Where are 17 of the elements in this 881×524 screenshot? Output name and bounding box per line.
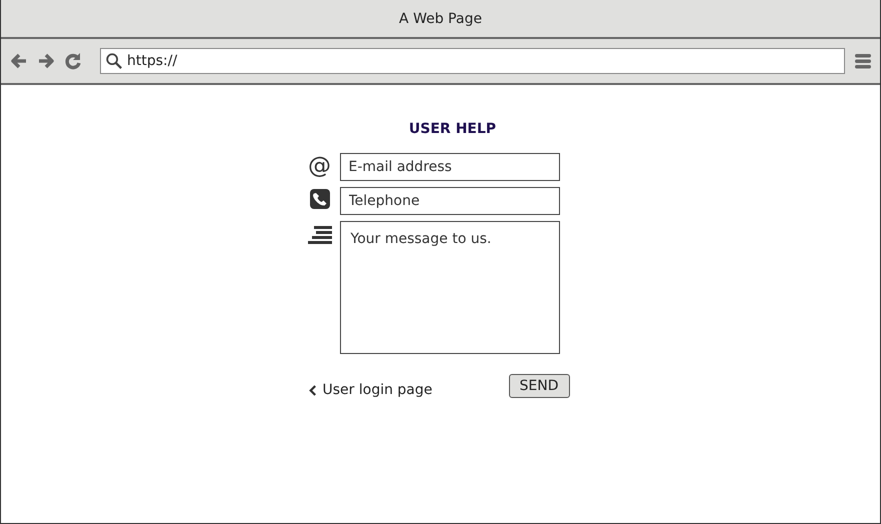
- email-field[interactable]: E-mail address: [340, 153, 560, 181]
- search-icon: [105, 52, 123, 70]
- phone-icon: [310, 188, 330, 210]
- chevron-left-icon: [308, 384, 316, 396]
- send-button[interactable]: SEND: [508, 374, 570, 398]
- text-lines-icon: [308, 226, 332, 246]
- message-field[interactable]: Your message to us.: [340, 221, 560, 354]
- telephone-field[interactable]: Telephone: [340, 187, 560, 215]
- window-title: A Web Page: [399, 10, 482, 26]
- at-icon: @: [308, 154, 331, 178]
- forward-icon[interactable]: [36, 51, 56, 71]
- form-title: USER HELP: [408, 121, 496, 137]
- back-link[interactable]: User login page: [308, 382, 432, 398]
- back-icon[interactable]: [9, 51, 29, 71]
- menu-icon[interactable]: [854, 51, 872, 71]
- address-field[interactable]: https://: [100, 48, 845, 74]
- reload-icon[interactable]: [63, 51, 83, 71]
